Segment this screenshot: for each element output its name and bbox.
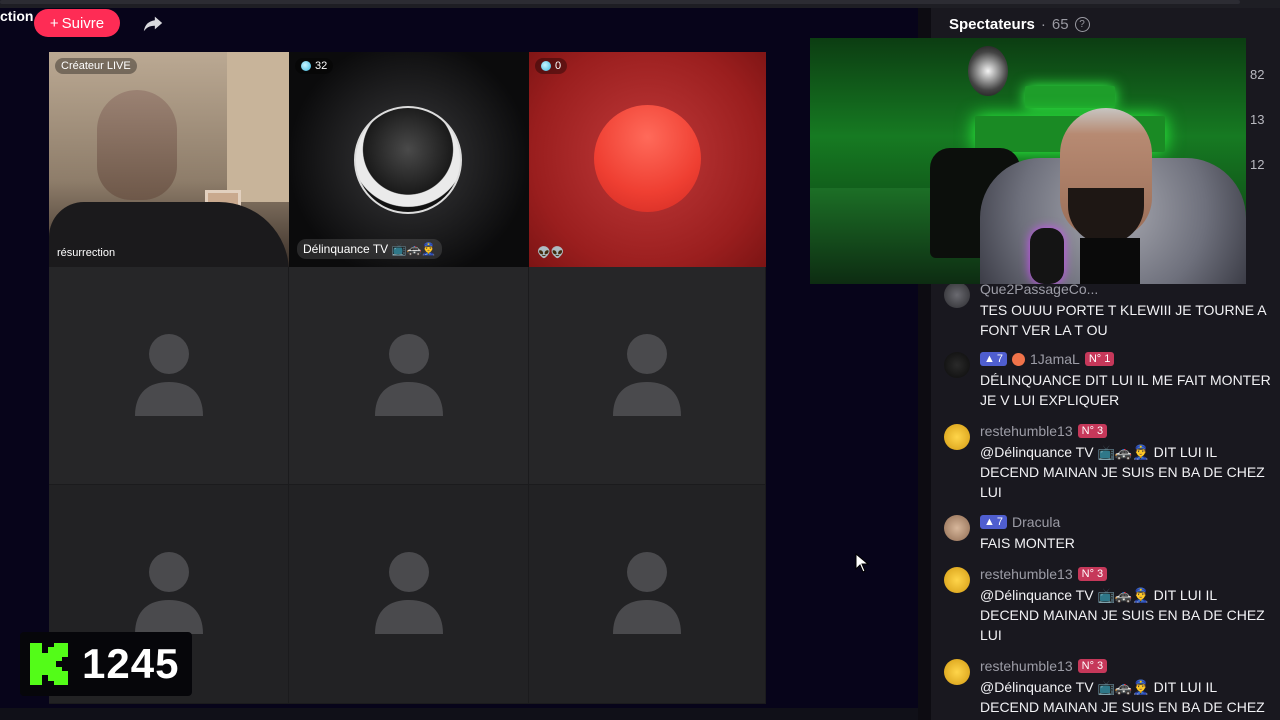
- avatar[interactable]: [944, 282, 970, 308]
- side-number: 13: [1250, 112, 1265, 127]
- person-placeholder-icon: [134, 552, 203, 634]
- rank-badge: N° 3: [1077, 659, 1108, 673]
- chat-message: restehumble13 N° 3 @Délinquance TV 📺🚓👮‍♂…: [944, 565, 1274, 645]
- empty-seat[interactable]: [289, 485, 529, 704]
- mouse-cursor-icon: [855, 553, 869, 573]
- avatar[interactable]: [944, 567, 970, 593]
- chat-message: Que2PassageCo... TES OUUU PORTE T KLEWII…: [944, 280, 1274, 340]
- bottom-bar: [0, 708, 918, 720]
- spectators-count: 65: [1051, 16, 1069, 33]
- guest-name: résurrection: [57, 247, 116, 259]
- rank-badge: N° 3: [1077, 567, 1108, 581]
- help-circle-icon[interactable]: ?: [1074, 17, 1090, 32]
- background-wall: [227, 52, 289, 202]
- spectators-title: Spectateurs: [949, 16, 1035, 33]
- gem-count: 32: [315, 60, 328, 72]
- chat-text: TES OUUU PORTE T KLEWIII JE TOURNE A FON…: [980, 302, 1266, 338]
- chat-text: @Délinquance TV 📺🚓👮‍♂️ DIT LUI IL DECEND…: [980, 444, 1265, 500]
- avatar[interactable]: [944, 659, 970, 685]
- person-placeholder-icon: [134, 333, 203, 416]
- spectators-header[interactable]: Spectateurs · 65 ?: [949, 16, 1090, 33]
- person-placeholder-icon: [613, 552, 681, 634]
- empty-seat[interactable]: [289, 267, 529, 485]
- neon-sign: [1025, 86, 1115, 108]
- gem-icon: [541, 61, 551, 71]
- share-arrow-icon[interactable]: [142, 12, 164, 34]
- person-placeholder-icon: [613, 333, 681, 416]
- avatar[interactable]: [944, 515, 970, 541]
- level-badge: ▲ 7: [980, 515, 1008, 529]
- chat-message: restehumble13 N° 3 @Délinquance TV 📺🚓👮‍♂…: [944, 657, 1274, 720]
- avatar: [354, 106, 462, 214]
- chat-username[interactable]: Dracula: [1012, 514, 1060, 530]
- chat-username[interactable]: 1JamaL: [1030, 351, 1080, 367]
- chat-text: FAIS MONTER: [980, 535, 1075, 551]
- avatar[interactable]: [944, 352, 970, 378]
- heart-icon: [1012, 352, 1026, 366]
- side-number: 12: [1250, 157, 1265, 172]
- host-face: [97, 90, 177, 200]
- kick-viewer-overlay: 1245: [20, 632, 192, 696]
- progress-track: [0, 0, 1240, 4]
- plus-icon: +: [49, 14, 59, 32]
- logo-sticker: [968, 46, 1008, 96]
- side-number: 82: [1250, 67, 1265, 82]
- avatar: [594, 105, 701, 212]
- chat-text: @Délinquance TV 📺🚓👮‍♂️ DIT LUI IL DECEND…: [980, 679, 1265, 720]
- streamer-shirt: [1080, 238, 1140, 284]
- creator-live-badge: Créateur LIVE: [55, 58, 137, 74]
- gem-count: 0: [555, 60, 562, 72]
- level-value: 7: [996, 516, 1004, 528]
- chat-username[interactable]: restehumble13: [980, 423, 1073, 439]
- microphone: [1030, 228, 1064, 284]
- kick-logo-icon: [30, 643, 68, 685]
- empty-seat[interactable]: [49, 267, 289, 485]
- creator-live-label: Créateur LIVE: [61, 60, 131, 72]
- chat-username[interactable]: restehumble13: [980, 566, 1073, 582]
- gem-count-badge: 32: [295, 58, 334, 74]
- follow-label: Suivre: [61, 14, 105, 32]
- gem-icon: [301, 61, 311, 71]
- chat-text: DÉLINQUANCE DIT LUI IL ME FAIT MONTER JE…: [980, 372, 1271, 408]
- empty-seat[interactable]: [529, 485, 766, 704]
- gem-count-badge: 0: [535, 58, 568, 74]
- guest-grid: Créateur LIVE résurrection 32 Délinquanc…: [49, 52, 766, 704]
- chat-feed[interactable]: Que2PassageCo... TES OUUU PORTE T KLEWII…: [944, 280, 1274, 720]
- level-badge: ▲ 7: [980, 352, 1008, 366]
- rank-badge: N° 1: [1084, 352, 1115, 366]
- rank-badge: N° 3: [1077, 424, 1108, 438]
- stream-title: ction: [0, 8, 34, 24]
- follow-button[interactable]: + Suivre: [34, 9, 120, 37]
- guest-name: 👽👽: [537, 247, 565, 259]
- person-placeholder-icon: [374, 333, 443, 416]
- guest-name: Délinquance TV 📺🚓👮‍♂️: [297, 239, 443, 259]
- chat-message: ▲ 7 Dracula FAIS MONTER: [944, 513, 1274, 553]
- avatar[interactable]: [944, 424, 970, 450]
- guest-tile-host[interactable]: Créateur LIVE résurrection: [49, 52, 289, 267]
- level-value: 7: [996, 353, 1004, 365]
- side-numbers: 82 13 12: [1250, 52, 1264, 187]
- empty-seat[interactable]: [529, 267, 766, 485]
- streamer-webcam-overlay: [810, 38, 1246, 284]
- guest-tile-alien[interactable]: 0 👽👽: [529, 52, 766, 267]
- person-placeholder-icon: [374, 552, 443, 634]
- chat-text: @Délinquance TV 📺🚓👮‍♂️ DIT LUI IL DECEND…: [980, 587, 1265, 643]
- window-top-bar: [0, 0, 1280, 8]
- chat-username[interactable]: restehumble13: [980, 658, 1073, 674]
- kick-viewer-count: 1245: [82, 640, 180, 687]
- guest-tile-delinquance[interactable]: 32 Délinquance TV 📺🚓👮‍♂️: [289, 52, 529, 267]
- spectators-separator: ·: [1040, 16, 1046, 33]
- chat-message: ▲ 7 1JamaL N° 1 DÉLINQUANCE DIT LUI IL ME…: [944, 350, 1274, 410]
- chat-message: restehumble13 N° 3 @Délinquance TV 📺🚓👮‍♂…: [944, 422, 1274, 502]
